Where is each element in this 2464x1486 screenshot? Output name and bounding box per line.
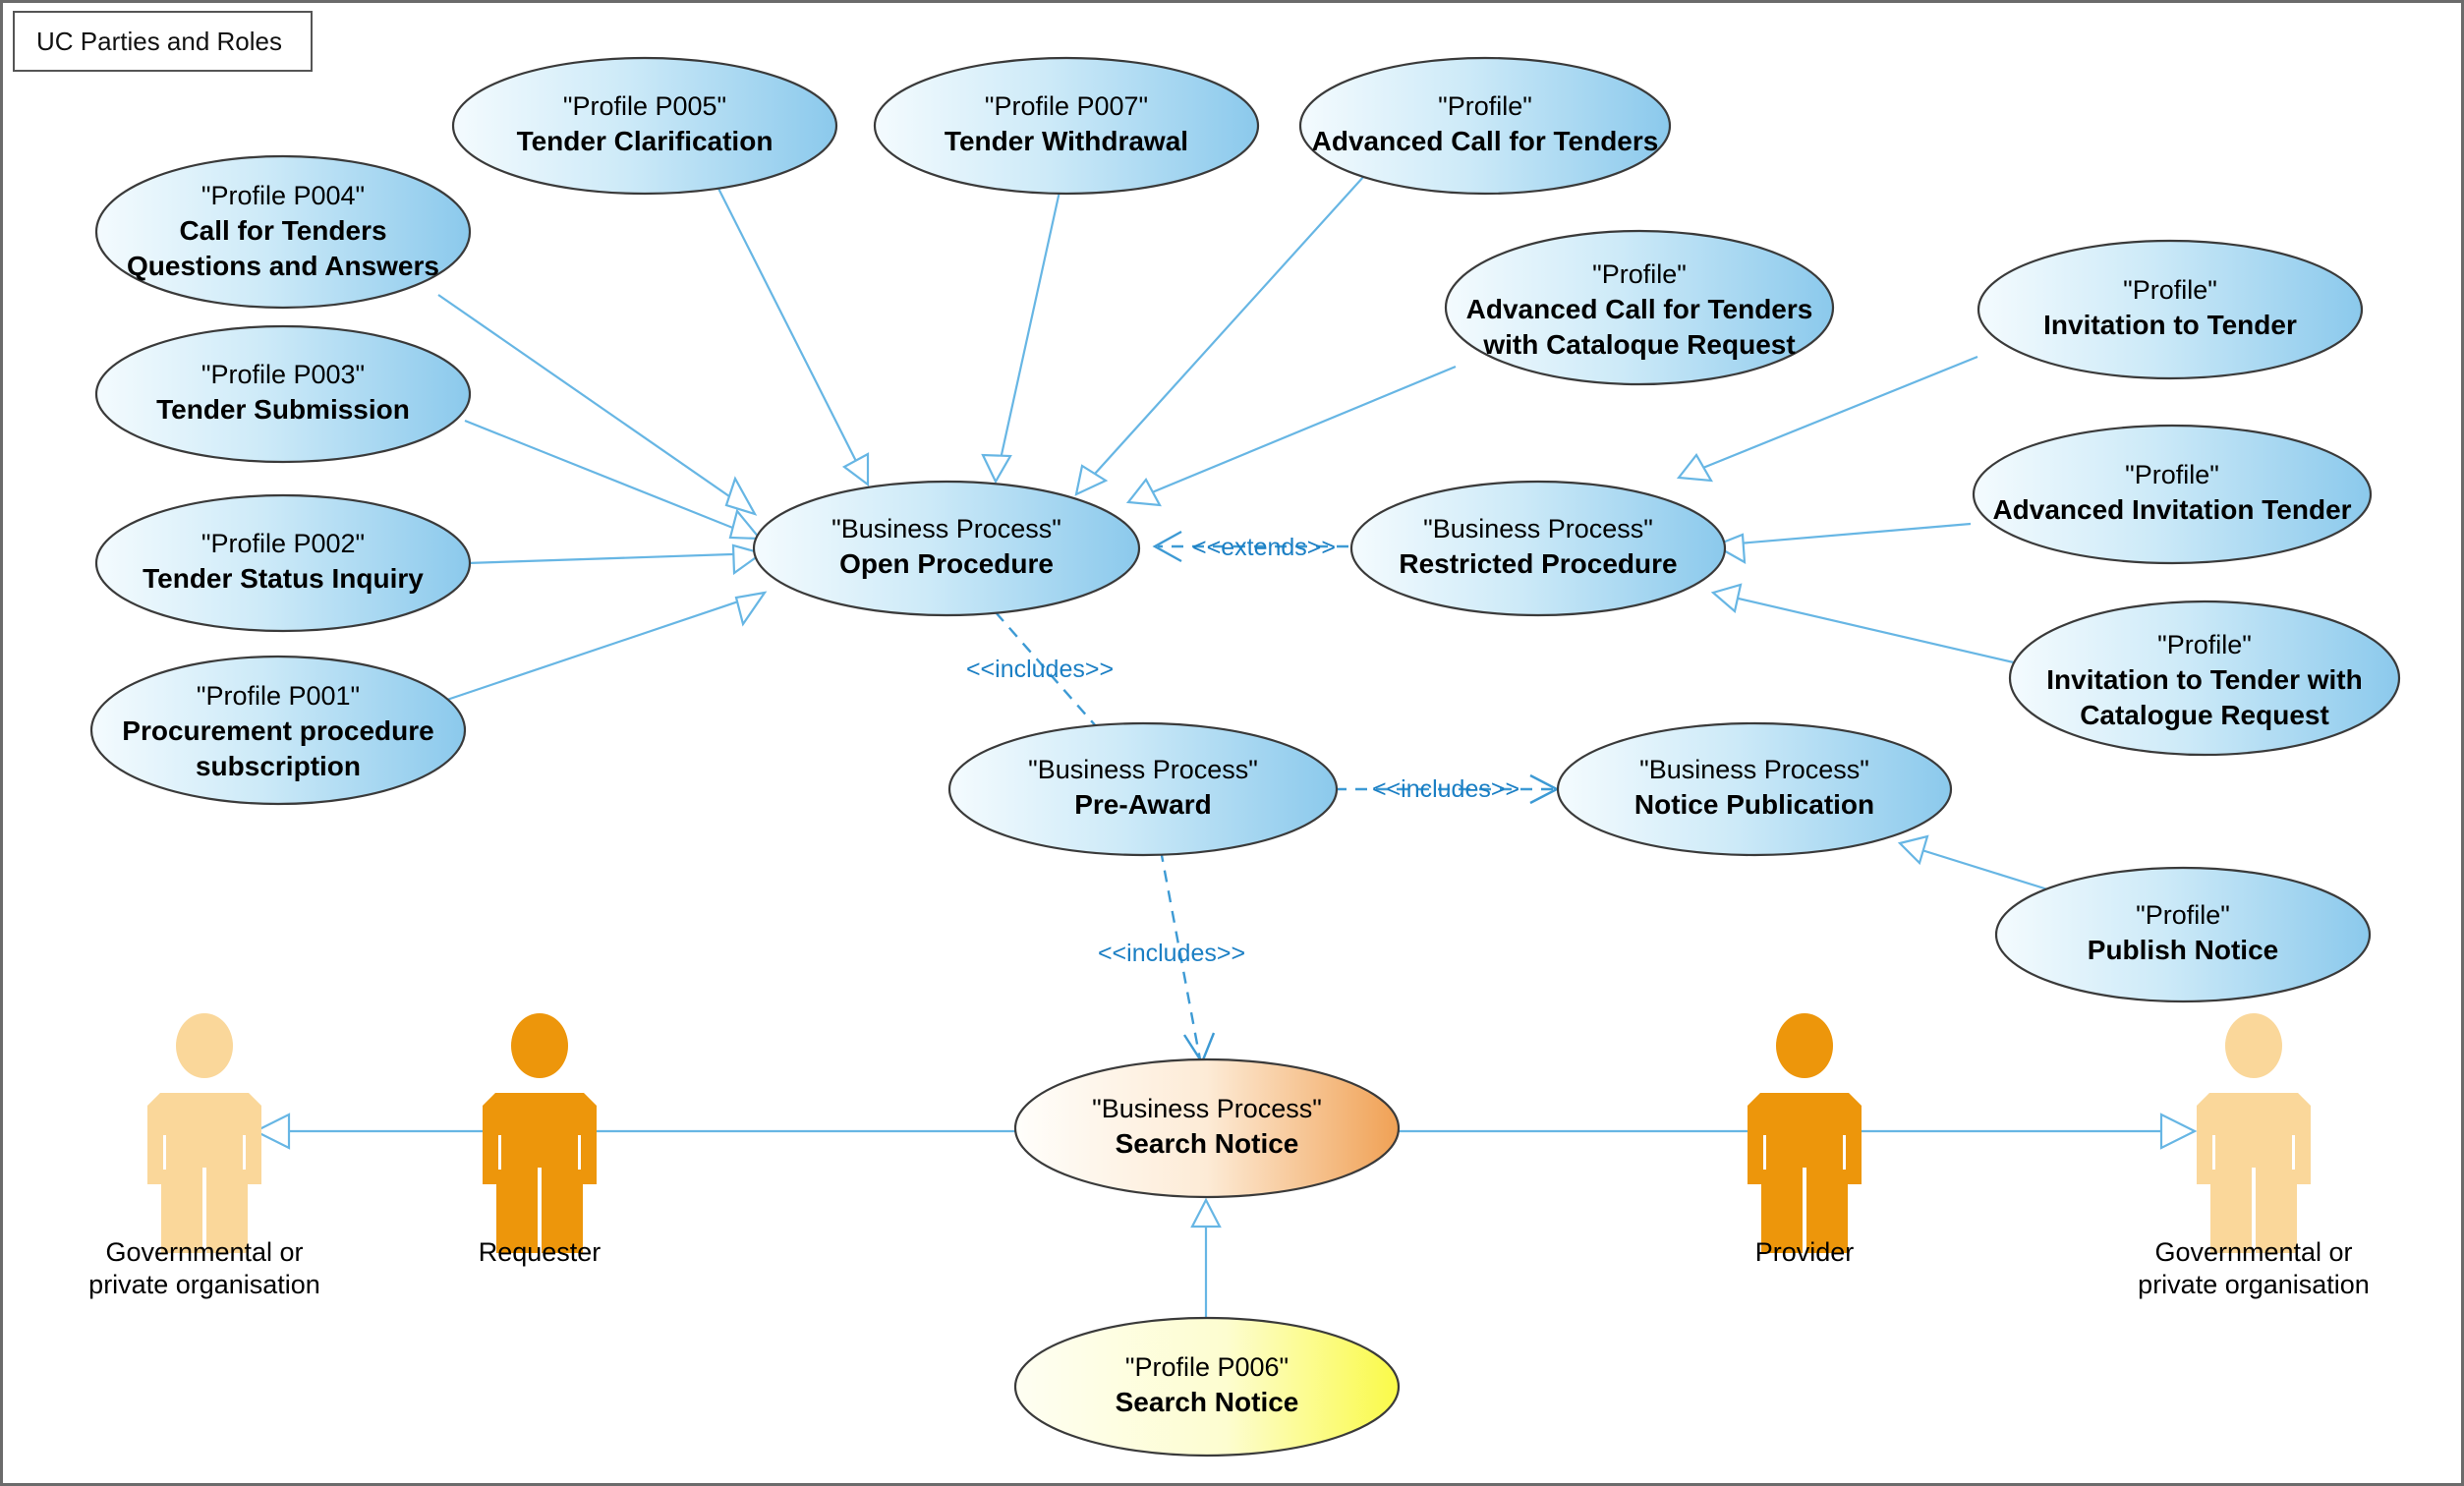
diagram-title-tab: UC Parties and Roles — [13, 11, 313, 72]
actor-figure-icon — [1748, 1013, 1862, 1253]
usecase-p006-line1: "Profile P006" — [1125, 1352, 1289, 1382]
edge-p005-open — [702, 156, 870, 487]
edge-invtendercat-restricted — [1710, 583, 2019, 665]
usecase-searchnoticebp-line1: "Business Process" — [1092, 1094, 1322, 1123]
usecase-preaward-line1: "Business Process" — [1028, 755, 1258, 784]
actor-figure-icon — [147, 1013, 261, 1253]
usecase-advanced-call-for-tenders-catalogue[interactable]: "Profile" Advanced Call for Tenders with… — [1444, 229, 1835, 386]
actor-figure-icon — [2197, 1013, 2311, 1253]
usecase-noticepub-line2: Notice Publication — [1634, 789, 1874, 820]
usecase-open-line1: "Business Process" — [831, 514, 1061, 543]
actor-provider-label: Provider — [1755, 1237, 1855, 1267]
edge-advinvtender-restricted — [1712, 522, 1972, 564]
usecase-p001-line2: Procurement procedure — [122, 715, 433, 746]
actor-gov-right-line2: private organisation — [2138, 1270, 2370, 1299]
edge-publishnotice-noticepub — [1897, 834, 2058, 894]
usecase-p001[interactable]: "Profile P001" Procurement procedure sub… — [89, 655, 467, 806]
edge-p002-open — [466, 543, 765, 576]
usecase-invitation-to-tender-catalogue[interactable]: "Profile" Invitation to Tender with Cata… — [2008, 600, 2401, 757]
usecase-publish-notice[interactable]: "Profile" Publish Notice — [1994, 866, 2372, 1003]
usecase-advcftcat-line1: "Profile" — [1592, 259, 1687, 289]
usecase-advanced-invitation-tender[interactable]: "Profile" Advanced Invitation Tender — [1972, 424, 2373, 565]
usecase-p007-line2: Tender Withdrawal — [945, 126, 1188, 156]
usecase-advinvtender-line1: "Profile" — [2125, 460, 2219, 489]
edge-p004-open — [437, 294, 758, 516]
usecase-invitation-to-tender[interactable]: "Profile" Invitation to Tender — [1977, 239, 2364, 380]
usecase-advcft-line2: Advanced Call for Tenders — [1312, 126, 1659, 156]
edge-advcft-open — [1074, 164, 1375, 496]
actor-gov-right[interactable]: Governmental or private organisation — [2138, 1013, 2370, 1299]
usecase-open-line2: Open Procedure — [839, 548, 1054, 579]
edge-p007-open — [981, 159, 1068, 485]
usecase-restricted-procedure[interactable]: "Business Process" Restricted Procedure — [1349, 480, 1727, 617]
usecase-invtendercat-line2: Invitation to Tender with — [2046, 664, 2362, 695]
usecase-p001-line1: "Profile P001" — [197, 681, 360, 711]
usecase-advinvtender-line2: Advanced Invitation Tender — [1992, 494, 2351, 525]
usecase-p003-line1: "Profile P003" — [201, 360, 365, 389]
edge-includes-preaward-search: <<includes>> — [1098, 849, 1245, 1065]
usecase-open-procedure[interactable]: "Business Process" Open Procedure — [752, 480, 1141, 617]
usecase-p006-line2: Search Notice — [1116, 1387, 1299, 1417]
usecase-p006[interactable]: "Profile P006" Search Notice — [1013, 1316, 1401, 1457]
usecase-p007-line1: "Profile P007" — [985, 91, 1148, 121]
usecase-p004-line3: Questions and Answers — [127, 251, 439, 281]
actor-provider[interactable]: Provider — [1748, 1013, 1862, 1267]
usecase-restricted-line1: "Business Process" — [1423, 514, 1653, 543]
actor-gov-left[interactable]: Governmental or private organisation — [88, 1013, 320, 1299]
page-title: UC Parties and Roles — [36, 26, 282, 56]
edge-p006-searchnotice — [1190, 1197, 1222, 1320]
edge-advcftcat-open — [1125, 365, 1457, 507]
usecase-advcftcat-line3: with Cataloque Request — [1482, 329, 1795, 360]
includes-label-3: <<includes>> — [1098, 940, 1245, 967]
diagram-frame: UC Parties and Roles <<extends>> <<inclu… — [0, 0, 2464, 1486]
usecase-advanced-call-for-tenders[interactable]: "Profile" Advanced Call for Tenders — [1298, 56, 1672, 196]
usecase-advcft-line1: "Profile" — [1438, 91, 1532, 121]
actor-gov-left-line2: private organisation — [88, 1270, 320, 1299]
usecase-pre-award[interactable]: "Business Process" Pre-Award — [947, 721, 1339, 857]
usecase-p005-line1: "Profile P005" — [563, 91, 726, 121]
includes-label-2: <<includes>> — [1372, 775, 1519, 803]
usecase-p002-line1: "Profile P002" — [201, 529, 365, 558]
edge-provider-govright — [1851, 1113, 2198, 1150]
usecase-search-notice-bp[interactable]: "Business Process" Search Notice — [1013, 1057, 1401, 1199]
actor-gov-right-line1: Governmental or — [2154, 1237, 2352, 1267]
actor-requester[interactable]: Requester — [479, 1013, 602, 1267]
includes-label-1: <<includes>> — [966, 656, 1114, 683]
usecase-invtender-line2: Invitation to Tender — [2043, 310, 2297, 340]
usecase-p003-line2: Tender Submission — [156, 394, 410, 425]
edge-includes-preaward-notice: <<includes>> — [1335, 773, 1560, 805]
diagram-canvas: <<extends>> Pre-Award --> <<includes>> — [88, 56, 2401, 1457]
usecase-advcftcat-line2: Advanced Call for Tenders — [1466, 294, 1813, 324]
usecase-invtender-line1: "Profile" — [2123, 275, 2217, 305]
actor-figure-icon — [483, 1013, 597, 1253]
usecase-noticepub-line1: "Business Process" — [1639, 755, 1869, 784]
usecase-searchnoticebp-line2: Search Notice — [1116, 1128, 1299, 1159]
usecase-restricted-line2: Restricted Procedure — [1399, 548, 1677, 579]
edge-p003-open — [464, 419, 763, 541]
edge-extends: <<extends>> — [1152, 530, 1369, 563]
actor-requester-label: Requester — [479, 1237, 602, 1267]
usecase-p004[interactable]: "Profile P004" Call for Tenders Question… — [94, 154, 472, 310]
usecase-p004-line1: "Profile P004" — [201, 181, 365, 210]
usecase-p001-line3: subscription — [196, 751, 361, 781]
usecase-p002[interactable]: "Profile P002" Tender Status Inquiry — [94, 493, 472, 633]
usecase-p003[interactable]: "Profile P003" Tender Submission — [94, 324, 472, 464]
usecase-p004-line2: Call for Tenders — [179, 215, 386, 246]
usecase-p005[interactable]: "Profile P005" Tender Clarification — [451, 56, 838, 196]
actor-gov-left-line1: Governmental or — [105, 1237, 303, 1267]
usecase-preaward-line2: Pre-Award — [1074, 789, 1212, 820]
usecase-notice-publication[interactable]: "Business Process" Notice Publication — [1556, 721, 1953, 857]
usecase-p002-line2: Tender Status Inquiry — [143, 563, 424, 594]
edge-includes-open-preaward: <<includes>> — [966, 611, 1114, 736]
usecase-invtendercat-line3: Catalogue Request — [2080, 700, 2329, 730]
edge-p001-open — [434, 591, 768, 706]
usecase-p005-line2: Tender Clarification — [517, 126, 774, 156]
usecase-p007[interactable]: "Profile P007" Tender Withdrawal — [873, 56, 1260, 196]
usecase-publishnotice-line1: "Profile" — [2136, 900, 2230, 930]
extends-label: <<extends>> — [1192, 534, 1336, 561]
usecase-publishnotice-line2: Publish Notice — [2088, 935, 2278, 965]
edge-requester-govleft — [253, 1113, 494, 1150]
usecase-invtendercat-line1: "Profile" — [2157, 630, 2252, 659]
